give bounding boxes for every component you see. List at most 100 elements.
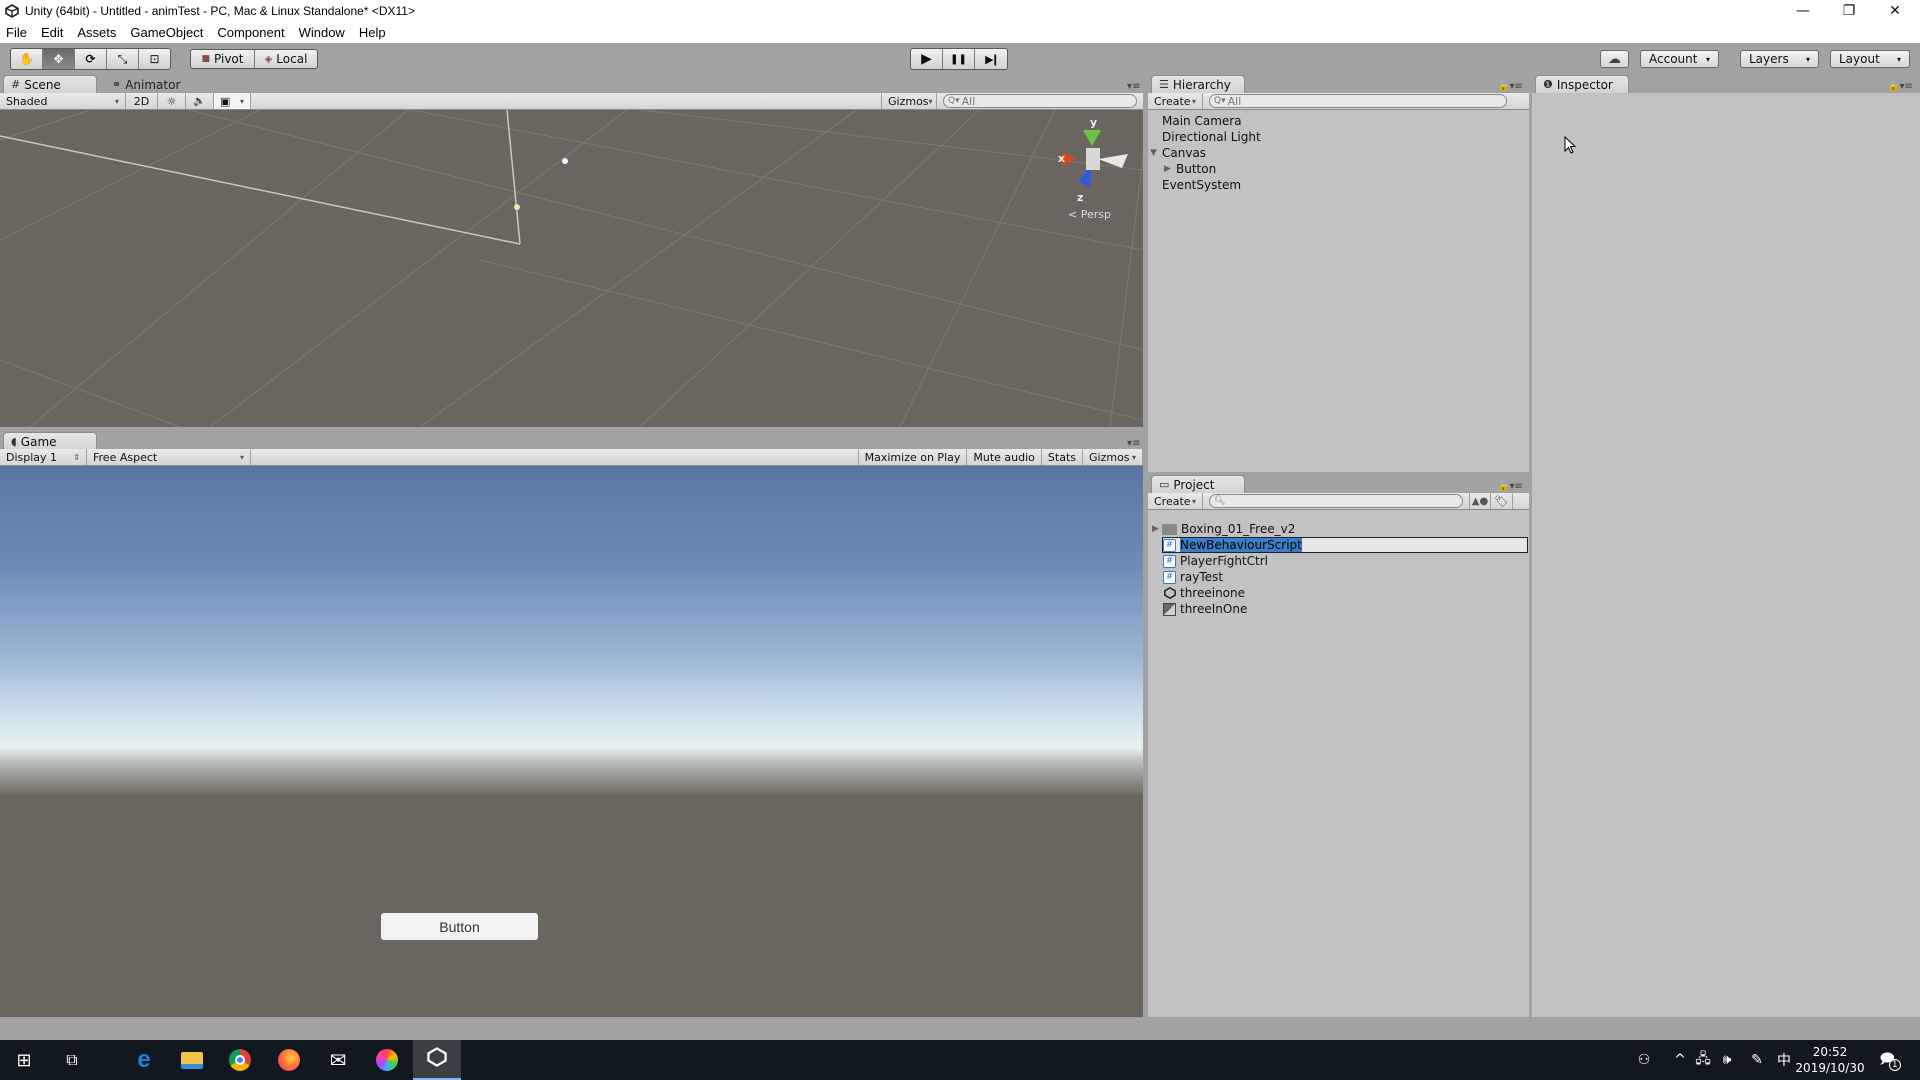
shading-mode-dropdown[interactable]: Shaded ▾	[0, 93, 126, 109]
action-center-button[interactable]: 🗩 1	[1875, 1040, 1905, 1080]
tab-project[interactable]: ▭ Project	[1151, 475, 1245, 493]
menu-file[interactable]: File	[6, 25, 27, 40]
move-tool-button[interactable]: ✥	[43, 49, 75, 69]
hierarchy-item-directional-light[interactable]: Directional Light	[1150, 129, 1261, 145]
restore-button[interactable]: ❐	[1826, 0, 1872, 22]
hierarchy-lock-menu[interactable]: 🔒▾≡	[1497, 81, 1523, 92]
item-label: Canvas	[1162, 146, 1207, 160]
menu-window[interactable]: Window	[299, 25, 345, 40]
project-item-playerfightctrl[interactable]: # PlayerFightCtrl	[1163, 553, 1268, 569]
close-button[interactable]: ✕	[1872, 0, 1918, 22]
hierarchy-search-input[interactable]: Q▾ All	[1209, 94, 1507, 108]
audio-toggle[interactable]: 🔈	[186, 93, 214, 109]
scale-tool-button[interactable]: ⤡	[107, 49, 139, 69]
filter-by-label-button[interactable]: 🏷︎	[1491, 493, 1513, 509]
start-button[interactable]: ⊞	[0, 1040, 48, 1080]
project-item-threeinone-sprite[interactable]: threeInOne	[1163, 601, 1247, 617]
taskbar-file-explorer[interactable]	[168, 1040, 216, 1080]
tab-animator[interactable]: ⚭ Animator	[104, 75, 194, 93]
scene-viewport[interactable]: y x z < Persp	[0, 110, 1143, 427]
hierarchy-create-dropdown[interactable]: Create ▾	[1148, 93, 1203, 109]
inspector-lock-menu[interactable]: 🔒▾≡	[1887, 81, 1913, 92]
taskbar-chrome[interactable]	[216, 1040, 264, 1080]
image-icon: ▣	[220, 94, 231, 108]
rotate-tool-button[interactable]: ⟳	[75, 49, 107, 69]
project-item-newbehaviourscript[interactable]: # NewBehaviourScript	[1162, 537, 1528, 553]
game-panel-menu[interactable]: ▾≡	[1127, 438, 1140, 449]
show-hidden-icons-button[interactable]: ^	[1670, 1040, 1690, 1080]
rename-field[interactable]: NewBehaviourScript	[1180, 538, 1302, 552]
ime-indicator[interactable]: 中	[1774, 1040, 1794, 1080]
taskbar-mail[interactable]: ✉	[314, 1040, 362, 1080]
account-dropdown[interactable]: Account ▾	[1640, 50, 1719, 68]
tab-inspector[interactable]: ❶ Inspector	[1535, 75, 1629, 93]
scene-gizmos-dropdown[interactable]: Gizmos ▾	[881, 93, 937, 109]
search-placeholder: All	[1227, 94, 1242, 108]
stats-toggle[interactable]: Stats	[1042, 449, 1083, 465]
expand-arrow-icon[interactable]: ▼	[1150, 148, 1162, 158]
menu-gameobject[interactable]: GameObject	[130, 25, 203, 40]
mute-audio-toggle[interactable]: Mute audio	[967, 449, 1042, 465]
game-viewport[interactable]: Button	[0, 466, 1143, 1017]
local-toggle[interactable]: ◈ Local	[255, 50, 317, 68]
rect-tool-button[interactable]: ⊡	[139, 49, 170, 69]
ui-button[interactable]: Button	[381, 913, 538, 940]
project-lock-menu[interactable]: 🔒▾≡	[1497, 481, 1523, 492]
collapse-arrow-icon[interactable]: ▶	[1164, 164, 1176, 174]
scene-search-input[interactable]: Q▾ All	[943, 94, 1137, 108]
sun-icon: ☼	[166, 94, 177, 108]
display-dropdown[interactable]: Display 1 ⇕	[0, 449, 87, 465]
layout-dropdown[interactable]: Layout ▾	[1830, 50, 1910, 68]
game-gizmos-dropdown[interactable]: Gizmos ▾	[1083, 449, 1143, 465]
2d-toggle[interactable]: 2D	[126, 93, 158, 109]
csharp-script-icon: #	[1163, 554, 1176, 568]
hierarchy-item-main-camera[interactable]: Main Camera	[1150, 113, 1242, 129]
filter-by-type-button[interactable]: ▲●	[1469, 493, 1491, 509]
aspect-dropdown[interactable]: Free Aspect ▾	[87, 449, 251, 465]
scene-panel-menu[interactable]: ▾≡	[1127, 81, 1140, 92]
project-create-dropdown[interactable]: Create ▾	[1148, 493, 1203, 509]
hierarchy-item-canvas[interactable]: ▼ Canvas	[1150, 145, 1206, 161]
project-item-folder[interactable]: ▶ Boxing_01_Free_v2	[1152, 521, 1295, 537]
network-button[interactable]: 🖧	[1692, 1040, 1714, 1080]
tab-game[interactable]: ◖ Game	[3, 432, 97, 450]
pivot-toggle[interactable]: ■ Pivot	[191, 50, 255, 68]
tab-hierarchy[interactable]: ☰ Hierarchy	[1151, 75, 1245, 93]
expand-arrow-icon[interactable]: ▶	[1152, 524, 1162, 534]
people-button[interactable]: ⚇	[1632, 1040, 1656, 1080]
pause-button[interactable]: ❚❚	[943, 49, 975, 69]
minimize-button[interactable]: —	[1780, 0, 1826, 22]
maximize-on-play-toggle[interactable]: Maximize on Play	[857, 449, 968, 465]
project-item-raytest[interactable]: # rayTest	[1163, 569, 1223, 585]
scene-orientation-gizmo[interactable]: y x z < Persp	[1050, 116, 1140, 226]
main-toolbar: ✋ ✥ ⟳ ⤡ ⊡ ■ Pivot ◈ Local ▶ ❚❚ ▶❙ ☁ Accoun…	[0, 43, 1920, 75]
task-view-icon: ⧉	[66, 1050, 78, 1069]
info-icon: ❶	[1543, 78, 1553, 91]
menu-assets[interactable]: Assets	[77, 25, 116, 40]
play-button[interactable]: ▶	[911, 49, 943, 69]
tab-scene[interactable]: # Scene	[3, 75, 97, 93]
menu-edit[interactable]: Edit	[41, 25, 63, 40]
collab-cloud-button[interactable]: ☁	[1600, 50, 1629, 68]
task-view-button[interactable]: ⧉	[48, 1040, 96, 1080]
taskbar-color-app[interactable]	[363, 1040, 411, 1080]
clock[interactable]: 20:52 2019/10/30	[1795, 1040, 1864, 1080]
pen-workspace-button[interactable]: ✎	[1745, 1040, 1769, 1080]
volume-button[interactable]: 🕪	[1716, 1040, 1738, 1080]
projection-toggle[interactable]: < Persp	[1068, 208, 1111, 221]
hand-tool-button[interactable]: ✋	[11, 49, 43, 69]
menu-help[interactable]: Help	[359, 25, 386, 40]
status-bar	[0, 1017, 1920, 1040]
taskbar-edge[interactable]: e	[120, 1040, 168, 1080]
project-search-input[interactable]: 🔍︎	[1209, 494, 1463, 508]
step-button[interactable]: ▶❙	[975, 49, 1007, 69]
taskbar-unity[interactable]	[413, 1040, 461, 1080]
hierarchy-item-eventsystem[interactable]: EventSystem	[1150, 177, 1241, 193]
effects-toggle[interactable]: ▣ ▾	[214, 93, 251, 109]
project-item-threeinone-scene[interactable]: threeinone	[1163, 585, 1245, 601]
menu-component[interactable]: Component	[217, 25, 284, 40]
taskbar-firefox[interactable]	[265, 1040, 313, 1080]
layers-dropdown[interactable]: Layers ▾	[1740, 50, 1819, 68]
lighting-toggle[interactable]: ☼	[158, 93, 186, 109]
hierarchy-item-button[interactable]: ▶ Button	[1164, 161, 1216, 177]
